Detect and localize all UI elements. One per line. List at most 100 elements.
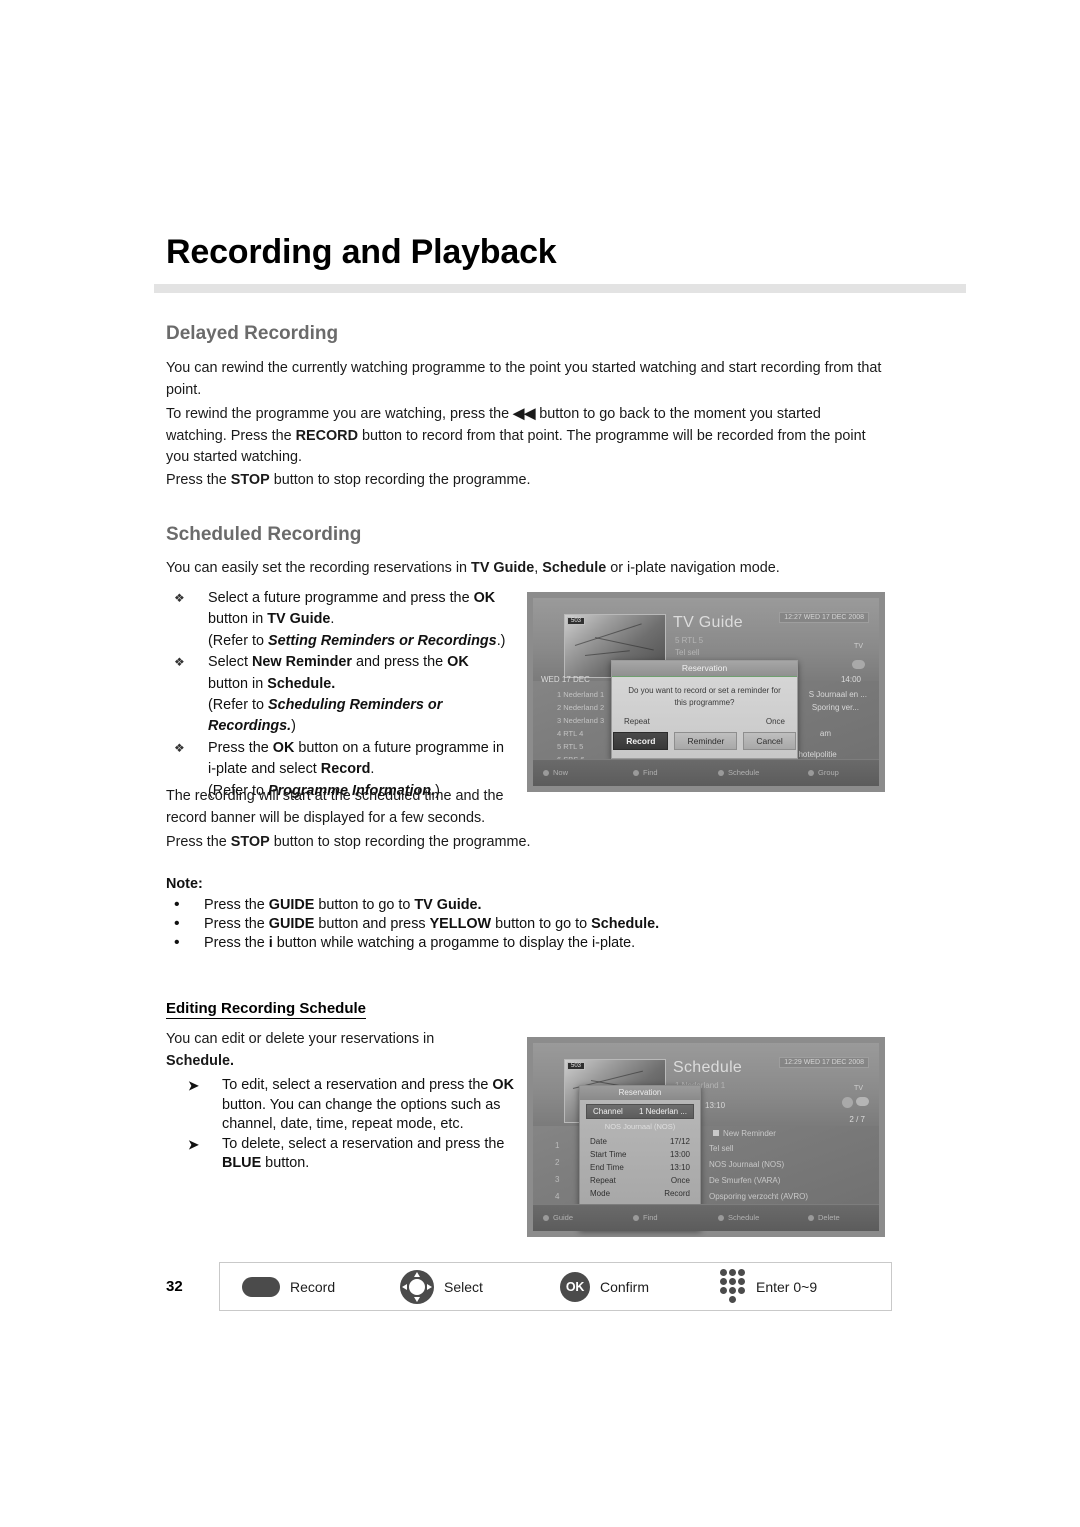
tv-guide-date-row: WED 17 DEC [541,675,590,684]
channel-badge: 503 [567,617,586,625]
form-row-start-time[interactable]: Start Time 13:00 [580,1148,700,1161]
refer-c: ) [291,718,296,735]
reminder-button[interactable]: Reminder [674,732,738,750]
channel-label: Channel [593,1107,623,1116]
tv-guide-screenshot: 503 TV Guide 5 RTL 5 Tel sell 12:27 WED … [527,592,885,792]
channel-row[interactable]: 5 RTL 5 [557,742,583,751]
schedule-keyword: Schedule [542,560,607,576]
scheduled-stop-text: Press the STOP button to stop recording … [166,832,566,854]
signal-icon [852,660,865,669]
blue-keyword: BLUE [222,1155,262,1172]
channel-row[interactable]: 2 Nederland 2 [557,703,604,712]
text-b: button to stop recording the programme. [269,472,531,488]
dialog-title: Reservation [580,1086,700,1100]
sub-heading-editing-recording-schedule: Editing Recording Schedule [166,1000,367,1019]
bullet-text-1c: button on a future programme in [294,739,504,756]
record-keyword: Record [320,761,371,778]
legend-item-enter: Enter 0~9 [720,1263,817,1310]
row-number: 1 [555,1141,560,1150]
list-item: • Press the i button while watching a pr… [166,934,726,953]
record-button-icon [242,1276,280,1297]
record-button[interactable]: Record [613,732,669,750]
text-a: Press the [166,472,231,488]
tv-guide-bottom-bar: Now Find Schedule Group [533,759,879,786]
tv-guide-time-right: 14:00 [840,675,861,684]
edit-a: To edit, select a reservation and press … [222,1077,493,1093]
row-value: Record [664,1189,690,1198]
guide-keyword: GUIDE [268,916,315,933]
form-row-date[interactable]: Date 17/12 [580,1135,700,1148]
delayed-paragraph-2: To rewind the programme you are watching… [166,404,882,469]
clock-icon [842,1097,853,1108]
channel-row[interactable]: 1 Nederland 1 [557,690,604,699]
record-keyword: RECORD [295,427,358,444]
channel-badge: 503 [567,1062,586,1070]
text-a: To rewind the programme you are watching… [166,406,514,422]
list-item: ➤ To edit, select a reservation and pres… [186,1076,526,1135]
row-number: 3 [555,1175,560,1184]
refer-a: (Refer to [208,632,268,649]
page-number: 32 [166,1278,183,1295]
bottom-bar-group[interactable]: Group [808,768,839,777]
schedule-list-header[interactable]: New Reminder [713,1129,776,1138]
row-label: Mode [590,1189,611,1198]
bottom-bar-find[interactable]: Find [633,768,658,777]
dot-bullet-icon: • [174,896,180,913]
schedule-list-item[interactable]: Opsporing verzocht (AVRO) [709,1192,808,1201]
row-label: Repeat [590,1176,616,1185]
legend-label: Record [290,1278,336,1295]
bullet-text-2c: . [370,761,375,778]
bottom-bar-guide[interactable]: Guide [543,1213,573,1222]
schedule-time-value: 13:10 [705,1101,726,1110]
channel-selector[interactable]: Channel 1 Nederlan ... [586,1104,694,1119]
manual-page: Recording and Playback Delayed Recording… [0,0,1080,1527]
delayed-paragraph-3: Press the STOP button to stop recording … [166,470,882,492]
form-row-mode[interactable]: Mode Record [580,1187,700,1200]
schedule-list-item[interactable]: Tel sell [709,1144,733,1153]
tv-guide-clock: 12:27 WED 17 DEC 2008 [779,612,869,623]
row-label: Date [590,1137,607,1146]
diamond-bullet-icon: ❖ [174,655,185,670]
schedule-clock: 12:29 WED 17 DEC 2008 [779,1057,869,1068]
programme-cell[interactable]: am [820,729,831,738]
dialog-message: Do you want to record or set a reminder … [628,686,781,707]
bottom-bar-now[interactable]: Now [543,768,568,777]
row-value: 13:00 [669,1150,690,1159]
dialog-programme-note: NOS Journaal (NOS) [604,1122,676,1131]
guide-keyword: GUIDE [268,897,315,913]
yellow-keyword: YELLOW [429,916,492,933]
form-row-end-time[interactable]: End Time 13:10 [580,1161,700,1174]
note-a: Press the [204,935,269,952]
bullet-text-2a: button in [208,611,268,628]
section-heading-delayed-recording: Delayed Recording [166,323,339,344]
bottom-bar-find[interactable]: Find [633,1213,658,1222]
bottom-bar-schedule[interactable]: Schedule [718,768,759,777]
cancel-button[interactable]: Cancel [743,732,796,750]
legend-label: Enter 0~9 [756,1278,818,1295]
schedule-list-item[interactable]: NOS Journaal (NOS) [709,1160,784,1169]
channel-row[interactable]: 4 RTL 4 [557,729,583,738]
rewind-icon: ◀◀ [513,406,536,422]
dot-bullet-icon: • [174,934,180,952]
form-row-repeat[interactable]: Repeat Once [580,1174,700,1187]
refer-c: .) [496,632,506,649]
schedule-list-item[interactable]: De Smurfen (VARA) [709,1176,780,1185]
tv-guide-keyword: TV Guide. [414,897,482,913]
programme-cell[interactable]: S Journaal en ... [809,690,867,699]
programme-cell[interactable]: Sporing ver... [812,703,859,712]
note-a: Press the [204,897,269,913]
button-legend-bar: Record Select OK Confirm Enter 0~9 [219,1262,892,1311]
schedule-source-label: TV [854,1085,863,1092]
schedule-keyword: Schedule. [166,1052,234,1069]
legend-label: Select [444,1278,483,1295]
bullet-text-1a: Select [208,654,252,671]
repeat-value[interactable]: Once [766,717,785,726]
record-indicator-icon [856,1097,869,1106]
bottom-bar-schedule[interactable]: Schedule [718,1213,759,1222]
channel-row[interactable]: 3 Nederland 3 [557,716,604,725]
section-heading-scheduled-recording: Scheduled Recording [166,524,362,545]
bullet-text-2a: i-plate and select [208,761,321,778]
ok-button-icon: OK [560,1271,590,1302]
bottom-bar-delete[interactable]: Delete [808,1213,840,1222]
new-reminder-keyword: New Reminder [252,654,352,671]
